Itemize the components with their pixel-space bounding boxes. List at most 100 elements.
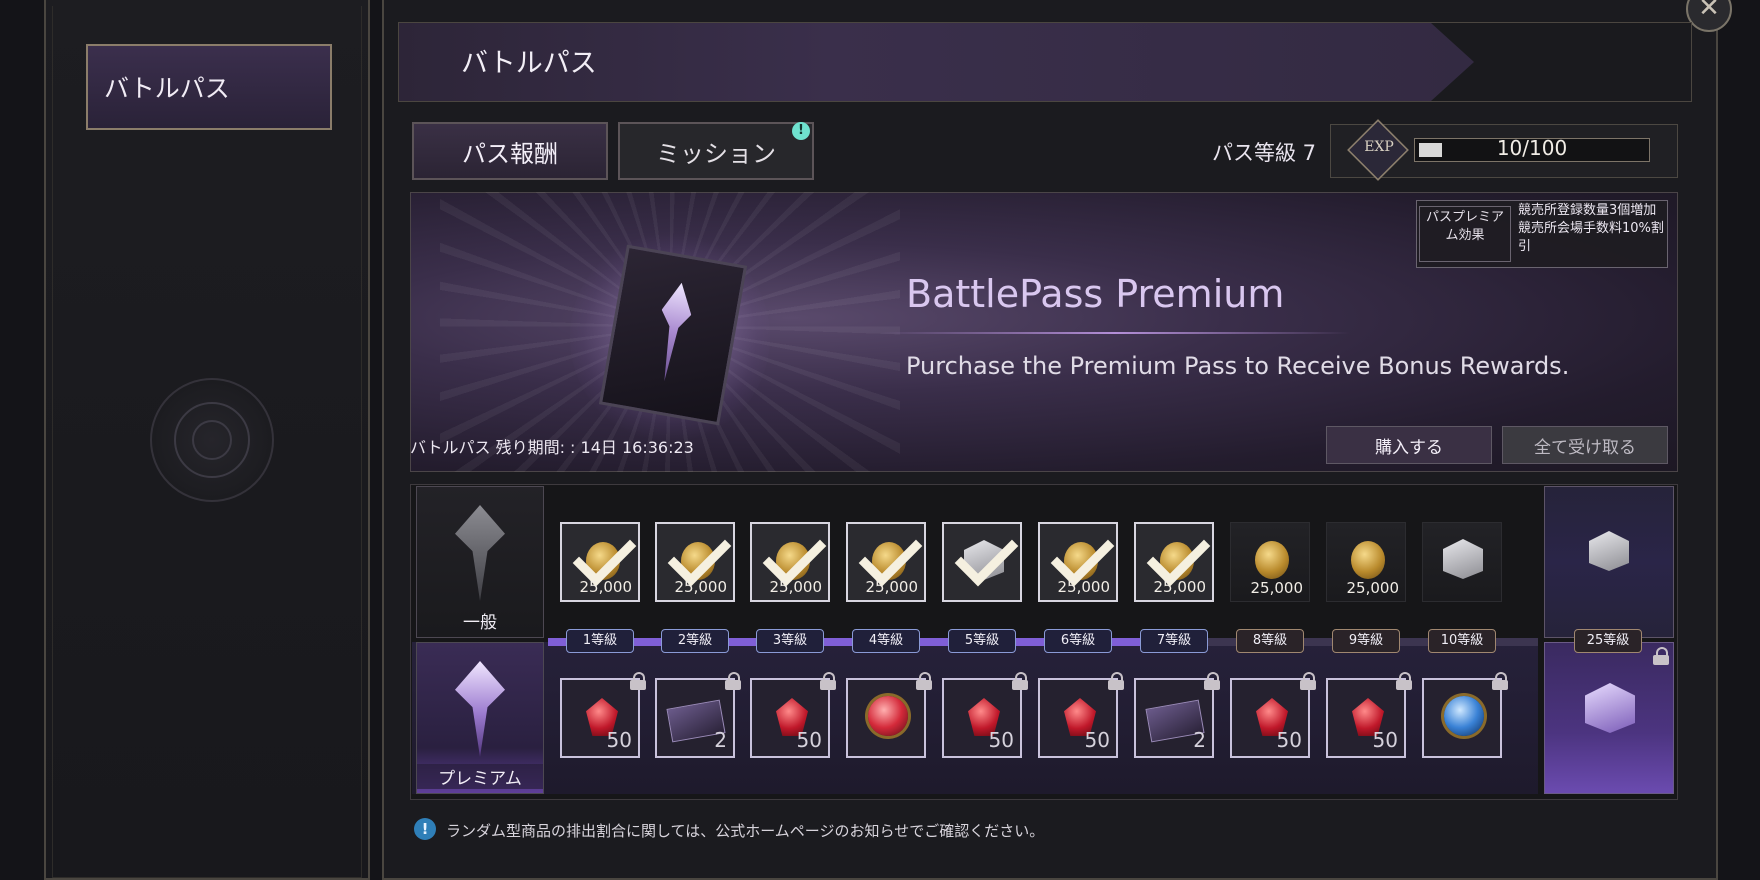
- final-premium-reward[interactable]: [1544, 642, 1674, 794]
- tier-label: 1等級: [566, 629, 634, 653]
- lock-icon: [1204, 672, 1220, 690]
- tier-label: 9等級: [1332, 629, 1400, 653]
- notification-badge: !: [792, 122, 810, 140]
- lock-icon: [1012, 672, 1028, 690]
- normal-reward-slot[interactable]: 25,000: [846, 522, 926, 602]
- reward-quantity: 25,000: [865, 578, 919, 596]
- tier-label: 8等級: [1236, 629, 1304, 653]
- page-title: バトルパス: [461, 48, 597, 79]
- blue-orb-icon: [1444, 696, 1484, 736]
- tab-missions[interactable]: ミッション: [618, 122, 814, 180]
- premium-emblem-icon: [455, 661, 505, 757]
- normal-reward-slot[interactable]: 25,000: [750, 522, 830, 602]
- premium-reward-slot[interactable]: 2: [655, 672, 741, 758]
- premium-reward-slot[interactable]: 2: [1134, 672, 1220, 758]
- banner-subtitle: Purchase the Premium Pass to Receive Bon…: [906, 352, 1570, 380]
- premium-reward-slot[interactable]: [1422, 672, 1508, 758]
- reward-quantity: 25,000: [1153, 578, 1207, 596]
- normal-reward-slot[interactable]: 25,000: [1038, 522, 1118, 602]
- reward-quantity: 50: [796, 728, 822, 752]
- exp-value: 10/100: [1496, 136, 1568, 160]
- tier-label: 3等級: [756, 629, 824, 653]
- tier-label: 5等級: [948, 629, 1016, 653]
- close-icon: ✕: [1698, 0, 1720, 23]
- normal-reward-slot[interactable]: [942, 522, 1022, 602]
- premium-reward-slot[interactable]: 50: [942, 672, 1028, 758]
- premium-reward-slot[interactable]: 50: [1326, 672, 1412, 758]
- premium-reward-slot[interactable]: 50: [560, 672, 646, 758]
- remaining-time: バトルパス 残り期間: : 14日 16:36:23: [410, 438, 694, 457]
- premium-effect-text: 競売所登録数量3個増加 競売所会場手数料10%割引: [1518, 203, 1664, 254]
- premium-reward-slot[interactable]: 50: [750, 672, 836, 758]
- normal-reward-slot[interactable]: 25,000: [1230, 522, 1310, 602]
- lock-icon: [1396, 672, 1412, 690]
- reward-quantity: 25,000: [579, 578, 633, 596]
- lock-icon: [820, 672, 836, 690]
- check-icon: [858, 522, 923, 587]
- check-icon: [1146, 522, 1211, 587]
- tier-label: 6等級: [1044, 629, 1112, 653]
- tab-pass-rewards[interactable]: パス報酬: [412, 122, 608, 180]
- lock-icon: [1300, 672, 1316, 690]
- banner-title: BattlePass Premium: [906, 272, 1285, 316]
- lock-icon: [1108, 672, 1124, 690]
- notice-text: ランダム型商品の排出割合に関しては、公式ホームページのお知らせでご確認ください。: [446, 822, 1045, 840]
- box-icon: [1443, 539, 1483, 579]
- check-icon: [954, 522, 1019, 587]
- normal-row-label: 一般: [463, 613, 497, 633]
- lock-icon: [1653, 647, 1669, 665]
- check-icon: [1050, 522, 1115, 587]
- lock-icon: [916, 672, 932, 690]
- tier-label-final: 25等級: [1574, 629, 1642, 653]
- final-normal-reward[interactable]: [1544, 486, 1674, 638]
- normal-reward-slot[interactable]: 25,000: [1326, 522, 1406, 602]
- tier-label: 10等級: [1428, 629, 1496, 653]
- normal-reward-slot[interactable]: [1422, 522, 1502, 602]
- box-icon: [1589, 531, 1629, 571]
- sigil-decoration-icon: [150, 378, 274, 502]
- premium-box-icon: [1585, 683, 1635, 733]
- tier-label: 2等級: [661, 629, 729, 653]
- tier-label: 7等級: [1140, 629, 1208, 653]
- reward-quantity: 25,000: [1057, 578, 1111, 596]
- normal-reward-slot[interactable]: 25,000: [1134, 522, 1214, 602]
- banner-divider: [880, 332, 1350, 334]
- normal-row-header: 一般: [416, 486, 544, 638]
- lock-icon: [630, 672, 646, 690]
- title-banner: バトルパス: [398, 22, 1692, 102]
- gold-coin-icon: [1255, 541, 1289, 579]
- premium-row-label: プレミアム: [417, 764, 543, 789]
- premium-reward-slot[interactable]: [846, 672, 932, 758]
- claim-all-button[interactable]: 全て受け取る: [1502, 426, 1668, 464]
- check-icon: [667, 522, 732, 587]
- reward-quantity: 25,000: [674, 578, 728, 596]
- premium-reward-slot[interactable]: 50: [1230, 672, 1316, 758]
- lock-icon: [1492, 672, 1508, 690]
- tier-label: 4等級: [852, 629, 920, 653]
- reward-quantity: 50: [988, 728, 1014, 752]
- reward-quantity: 2: [714, 728, 727, 752]
- reward-quantity: 50: [1084, 728, 1110, 752]
- red-orb-icon: [868, 696, 908, 736]
- info-icon: !: [414, 818, 436, 840]
- normal-emblem-icon: [455, 505, 505, 601]
- reward-quantity: 25,000: [1346, 579, 1400, 597]
- buy-button[interactable]: 購入する: [1326, 426, 1492, 464]
- normal-reward-slot[interactable]: 25,000: [655, 522, 735, 602]
- sidebar-item-battlepass[interactable]: バトルパス: [86, 44, 332, 130]
- premium-effect-label: パスプレミアム効果: [1419, 206, 1511, 262]
- reward-quantity: 2: [1193, 728, 1206, 752]
- reward-quantity: 25,000: [1250, 579, 1304, 597]
- exp-badge-label: EXP: [1364, 139, 1394, 155]
- pass-level-label: パス等級 7: [1212, 141, 1317, 165]
- check-icon: [572, 522, 637, 587]
- reward-quantity: 25,000: [769, 578, 823, 596]
- premium-reward-slot[interactable]: 50: [1038, 672, 1124, 758]
- reward-quantity: 50: [606, 728, 632, 752]
- reward-quantity: 50: [1372, 728, 1398, 752]
- normal-reward-slot[interactable]: 25,000: [560, 522, 640, 602]
- gold-coin-icon: [1351, 541, 1385, 579]
- reward-quantity: 50: [1276, 728, 1302, 752]
- lock-icon: [725, 672, 741, 690]
- premium-row-header: プレミアム: [416, 642, 544, 794]
